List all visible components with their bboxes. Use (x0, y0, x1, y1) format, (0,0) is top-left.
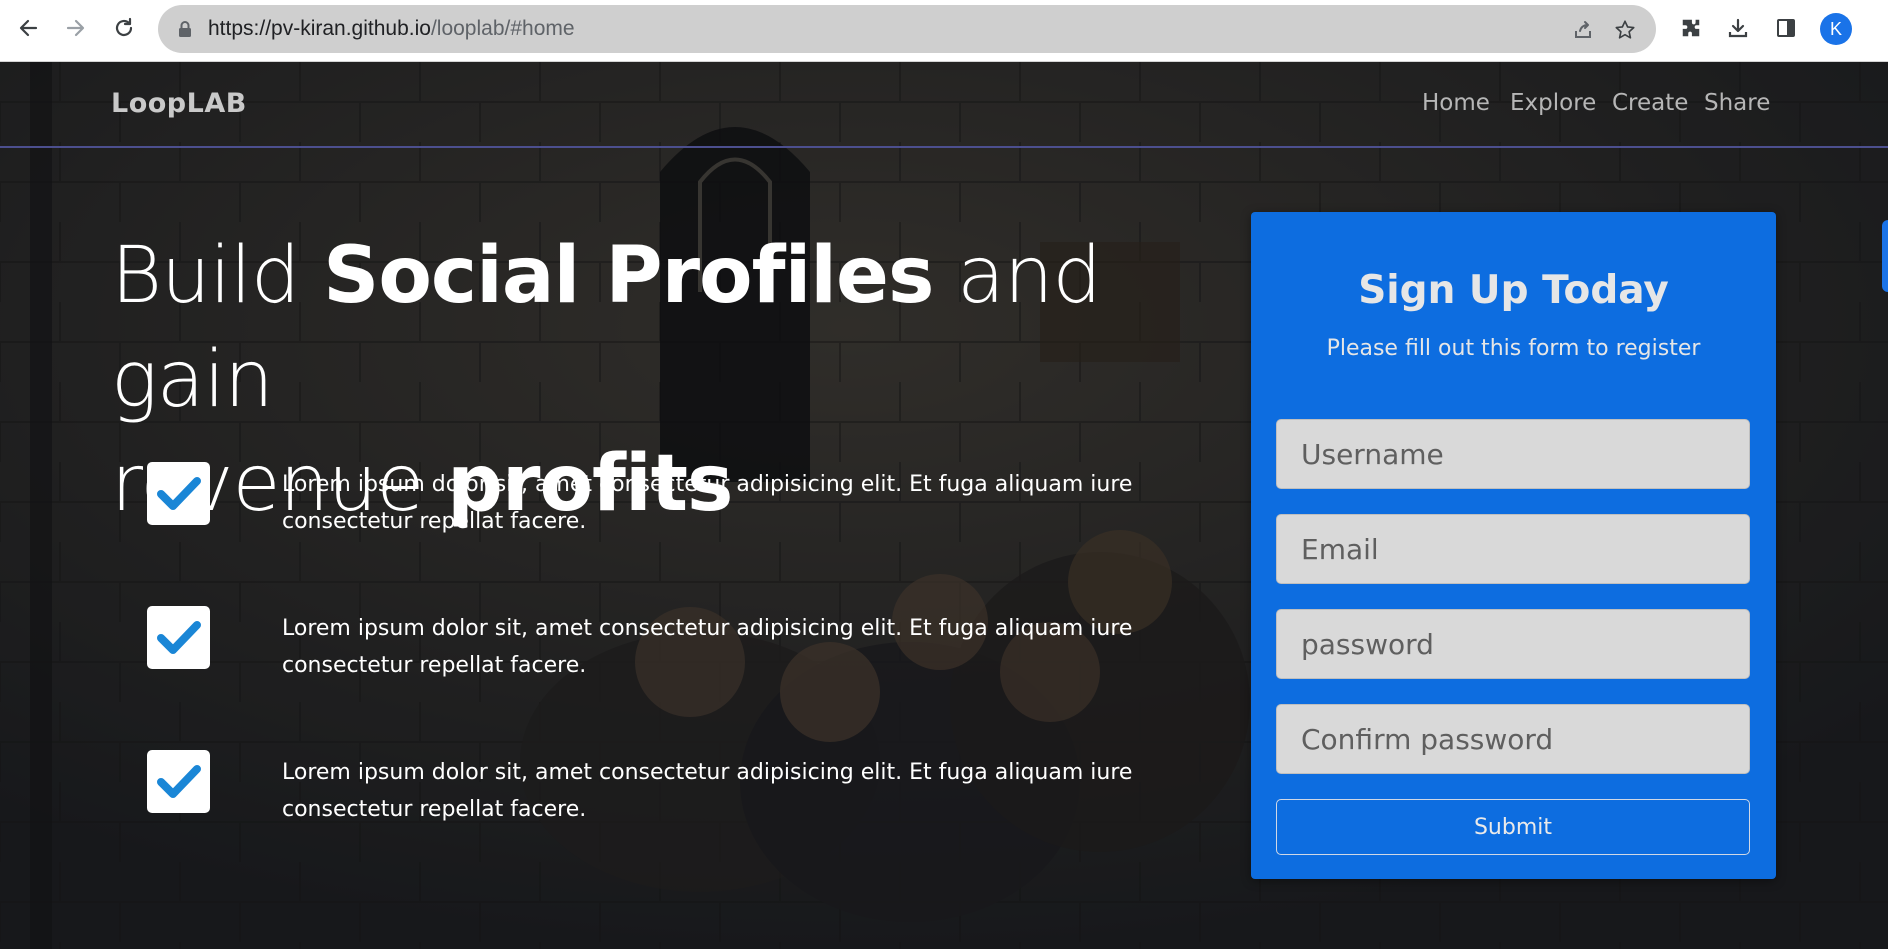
site-navbar: LoopLAB Home Explore Create Share (0, 62, 1888, 148)
checkmark-icon (147, 606, 210, 669)
signup-subtitle: Please fill out this form to register (1326, 336, 1701, 361)
feature-text: Lorem ipsum dolor sit, amet consectetur … (282, 760, 1133, 822)
forward-arrow-icon[interactable] (62, 14, 90, 42)
share-icon[interactable] (1570, 17, 1596, 43)
browser-toolbar: https://pv-kiran.github.io/looplab/#home… (0, 0, 1888, 62)
url-host: https://pv-kiran.github.io (208, 17, 431, 40)
signup-title: Sign Up Today (1358, 268, 1669, 313)
confirm-password-input[interactable] (1276, 704, 1750, 774)
scroll-indicator[interactable] (1882, 220, 1888, 292)
checkmark-icon (147, 462, 210, 525)
submit-button[interactable]: Submit (1276, 799, 1750, 855)
nav-link-create[interactable]: Create (1612, 90, 1688, 116)
download-icon[interactable] (1724, 14, 1752, 42)
url-path: /looplab/#home (430, 17, 575, 40)
signup-card: Sign Up Today Please fill out this form … (1251, 212, 1776, 879)
address-bar[interactable]: https://pv-kiran.github.io/looplab/#home (158, 5, 1656, 53)
headline-bold-1: Social Profiles (323, 231, 934, 321)
password-input[interactable] (1276, 609, 1750, 679)
profile-avatar[interactable]: K (1820, 13, 1852, 45)
extensions-puzzle-icon[interactable] (1677, 14, 1705, 42)
url-text: https://pv-kiran.github.io/looplab/#home (208, 17, 575, 41)
back-arrow-icon[interactable] (14, 14, 42, 42)
lock-icon (178, 20, 192, 42)
nav-link-explore[interactable]: Explore (1510, 90, 1596, 116)
bookmark-star-icon[interactable] (1612, 17, 1638, 43)
username-input[interactable] (1276, 419, 1750, 489)
brand-logo[interactable]: LoopLAB (111, 88, 247, 119)
reload-icon[interactable] (110, 14, 138, 42)
nav-link-share[interactable]: Share (1704, 90, 1770, 116)
email-input[interactable] (1276, 514, 1750, 584)
checkmark-icon (147, 750, 210, 813)
feature-text: Lorem ipsum dolor sit, amet consectetur … (282, 616, 1133, 678)
webpage: LoopLAB Home Explore Create Share Build … (0, 62, 1888, 949)
side-panel-icon[interactable] (1772, 14, 1800, 42)
headline-text-1: Build (111, 231, 324, 321)
feature-text: Lorem ipsum dolor sit, amet consectetur … (282, 472, 1133, 534)
nav-link-home[interactable]: Home (1422, 90, 1490, 116)
